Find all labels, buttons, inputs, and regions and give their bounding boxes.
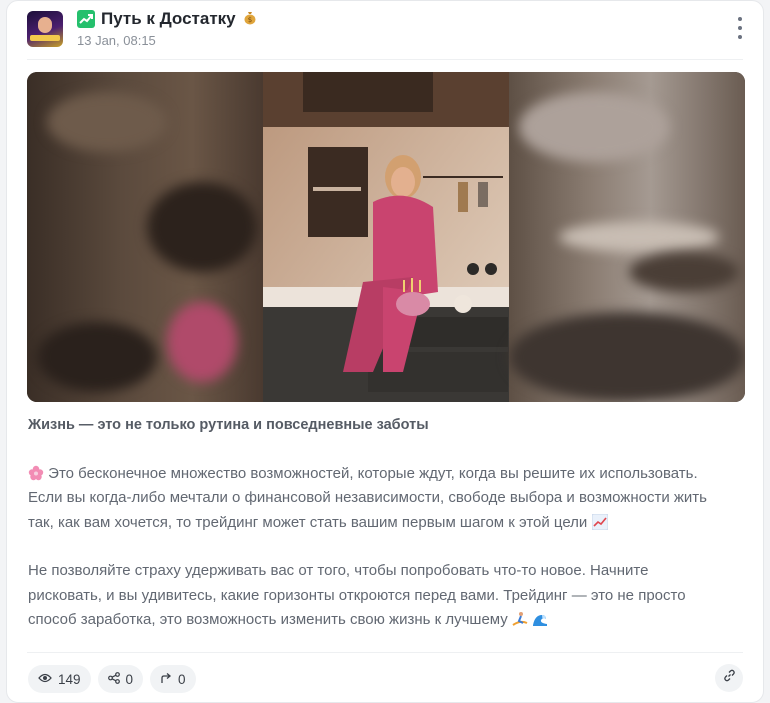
- repost-button[interactable]: 0: [150, 665, 196, 693]
- chart-increasing-icon: [591, 513, 608, 530]
- p2-line-3: способ заработка, это возможность измени…: [28, 611, 508, 628]
- post-card: Путь к Достатку $ 13 Jan, 08:15 Жизнь — …: [6, 0, 764, 703]
- eye-icon: [38, 672, 52, 687]
- channel-title[interactable]: Путь к Достатку: [101, 9, 236, 29]
- kebab-menu-icon[interactable]: [735, 17, 745, 39]
- views-counter[interactable]: 149: [28, 665, 91, 693]
- p2-line-1: Не позволяйте страху удерживать вас от т…: [28, 562, 649, 579]
- chart-up-icon: [77, 10, 95, 28]
- svg-text:$: $: [247, 16, 251, 24]
- wave-icon: [532, 611, 548, 627]
- money-bag-icon: $: [242, 9, 258, 29]
- footer-divider: [27, 652, 743, 653]
- kitchen-photo: [263, 72, 509, 402]
- link-icon: [723, 669, 736, 687]
- channel-avatar[interactable]: [27, 11, 63, 47]
- forward-arrow-icon: [160, 672, 172, 687]
- post-paragraph-1: Это бесконечное множество возможностей, …: [28, 462, 746, 536]
- avatar-face: [38, 17, 52, 33]
- reposts-count: 0: [178, 671, 186, 687]
- header-divider: [27, 59, 743, 60]
- post-paragraph-2: Не позволяйте страху удерживать вас от т…: [28, 559, 746, 633]
- p2-line-2: рисковать, и вы удивитесь, какие горизон…: [28, 586, 686, 604]
- shares-count: 0: [125, 671, 134, 687]
- image-blur-right: [509, 72, 745, 402]
- surfer-icon: [512, 611, 528, 627]
- p1-line-2: Если вы когда-либо мечтали о финансовой …: [28, 489, 707, 506]
- post-heading: Жизнь — это не только рутина и повседнев…: [28, 417, 429, 433]
- post-date: 13 Jan, 08:15: [77, 33, 156, 48]
- cherry-blossom-icon: [28, 465, 44, 481]
- post-text: Жизнь — это не только рутина и повседнев…: [28, 413, 746, 633]
- share-icon: [107, 671, 120, 687]
- share-button[interactable]: 0: [97, 665, 144, 693]
- views-count: 149: [58, 671, 81, 687]
- p1-line-3: так, как вам хочется, то трейдинг может …: [28, 513, 588, 531]
- p1-line-1: Это бесконечное множество возможностей, …: [48, 464, 698, 482]
- post-stats: 149 0 0: [28, 665, 196, 693]
- avatar-banner: [30, 35, 60, 41]
- image-blur-left: [27, 72, 263, 402]
- channel-title-row: Путь к Достатку $: [77, 9, 258, 29]
- copy-link-button[interactable]: [715, 664, 743, 692]
- post-image[interactable]: [27, 72, 745, 402]
- post-header: Путь к Достатку $ 13 Jan, 08:15: [27, 9, 743, 53]
